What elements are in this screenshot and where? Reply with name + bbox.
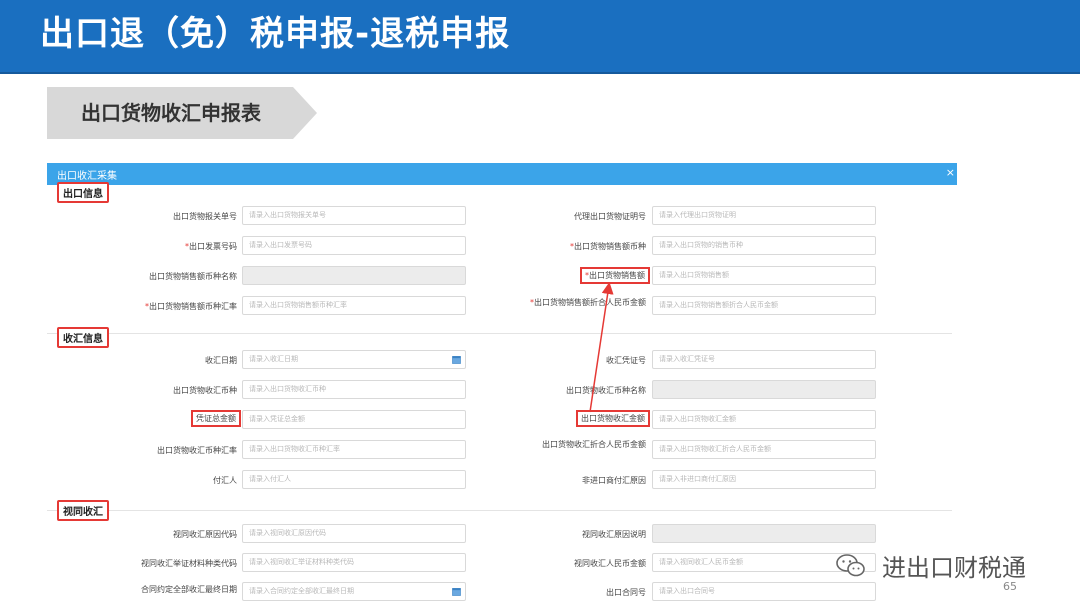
customs-declaration-no-input[interactable]: 请录入出口货物报关单号 (242, 206, 466, 225)
receipt-voucher-no-input[interactable]: 请录入收汇凭证号 (652, 350, 876, 369)
label-deemed-reason-desc: 视同收汇原因说明 (582, 530, 646, 539)
agent-export-cert-no-input[interactable]: 请录入代理出口货物证明 (652, 206, 876, 225)
label-contract-final-date: 合同约定全部收汇最终日期 (141, 585, 237, 594)
invoice-no-input[interactable]: 请录入出口发票号码 (242, 236, 466, 255)
page-number: 65 (1003, 580, 1017, 593)
section-arrow-banner: 出口货物收汇申报表 (47, 87, 319, 139)
deemed-proof-type-code-input[interactable]: 请录入视同收汇举证材料种类代码 (242, 553, 466, 572)
voucher-total-amount-input[interactable]: 请录入凭证总金额 (242, 410, 466, 429)
form-panel: 出口收汇采集 × 出口信息 出口货物报关单号 请录入出口货物报关单号 代理出口货… (47, 163, 957, 603)
label-export-contract-no: 出口合同号 (606, 588, 646, 597)
deemed-reason-code-input[interactable]: 请录入视同收汇原因代码 (242, 524, 466, 543)
section-divider (47, 510, 952, 511)
deemed-reason-desc-field (652, 524, 876, 543)
label-receipt-voucher-no: 收汇凭证号 (606, 356, 646, 365)
label-receipt-currency: 出口货物收汇币种 (173, 386, 237, 395)
label-non-importer-reason: 非进口商付汇原因 (582, 476, 646, 485)
label-receipt-currency-name: 出口货物收汇币种名称 (566, 386, 646, 395)
section-receipt-info: 收汇信息 (57, 327, 109, 348)
calendar-icon[interactable] (452, 587, 461, 596)
receipt-date-placeholder: 请录入收汇日期 (249, 355, 298, 363)
label-invoice-no: *出口发票号码 (185, 242, 237, 251)
label-customs-declaration-no: 出口货物报关单号 (173, 212, 237, 221)
section-export-info: 出口信息 (57, 182, 109, 203)
watermark-text: 进出口财税通 (882, 554, 1026, 582)
label-receipt-rmb-amount: 出口货物收汇折合人民币金额 (542, 440, 646, 449)
panel-header: 出口收汇采集 × (47, 163, 957, 185)
export-contract-no-input[interactable]: 请录入出口合同号 (652, 582, 876, 601)
section-deemed-receipt: 视同收汇 (57, 500, 109, 521)
receipt-rmb-amount-input[interactable]: 请录入出口货物收汇折合人民币金额 (652, 440, 876, 459)
label-sales-rmb-amount: *出口货物销售额折合人民币金额 (530, 298, 646, 307)
label-deemed-reason-code: 视同收汇原因代码 (173, 530, 237, 539)
receipt-currency-input[interactable]: 请录入出口货物收汇币种 (242, 380, 466, 399)
sales-currency-input[interactable]: 请录入出口货物的销售币种 (652, 236, 876, 255)
label-sales-currency: *出口货物销售额币种 (570, 242, 646, 251)
label-receipt-date: 收汇日期 (205, 356, 237, 365)
sales-currency-name-field (242, 266, 466, 285)
sales-amount-input[interactable]: 请录入出口货物销售额 (652, 266, 876, 285)
payer-input[interactable]: 请录入付汇人 (242, 470, 466, 489)
sales-exchange-rate-input[interactable]: 请录入出口货物销售额币种汇率 (242, 296, 466, 315)
subtitle-label: 出口货物收汇申报表 (81, 101, 261, 125)
sales-rmb-amount-input[interactable]: 请录入出口货物销售额折合人民币金额 (652, 296, 876, 315)
label-sales-currency-name: 出口货物销售额币种名称 (149, 272, 237, 281)
receipt-currency-name-field (652, 380, 876, 399)
top-banner: 出口退（免）税申报-退税申报 (0, 0, 1080, 74)
label-sales-amount: *出口货物销售额 (580, 267, 650, 284)
label-deemed-proof-type-code: 视同收汇举证材料种类代码 (141, 559, 237, 568)
label-sales-exchange-rate: *出口货物销售额币种汇率 (145, 302, 237, 311)
label-receipt-exchange-rate: 出口货物收汇币种汇率 (157, 446, 237, 455)
label-agent-export-cert-no: 代理出口货物证明号 (574, 212, 646, 221)
receipt-amount-input[interactable]: 请录入出口货物收汇金额 (652, 410, 876, 429)
non-importer-reason-input[interactable]: 请录入非进口商付汇原因 (652, 470, 876, 489)
receipt-exchange-rate-input[interactable]: 请录入出口货物收汇币种汇率 (242, 440, 466, 459)
label-payer: 付汇人 (213, 476, 237, 485)
contract-final-date-input[interactable]: 请录入合同约定全部收汇最终日期 (242, 582, 466, 601)
panel-title: 出口收汇采集 (57, 171, 117, 182)
label-receipt-amount: 出口货物收汇金额 (576, 410, 650, 427)
wechat-icon (836, 554, 865, 577)
calendar-icon[interactable] (452, 355, 461, 364)
label-deemed-rmb-amount: 视同收汇人民币金额 (574, 559, 646, 568)
label-voucher-total-amount: 凭证总金额 (191, 410, 241, 427)
close-icon[interactable]: × (946, 166, 955, 179)
section-divider (47, 333, 952, 334)
contract-final-date-placeholder: 请录入合同约定全部收汇最终日期 (249, 587, 354, 595)
receipt-date-input[interactable]: 请录入收汇日期 (242, 350, 466, 369)
banner-title: 出口退（免）税申报-退税申报 (40, 14, 511, 54)
